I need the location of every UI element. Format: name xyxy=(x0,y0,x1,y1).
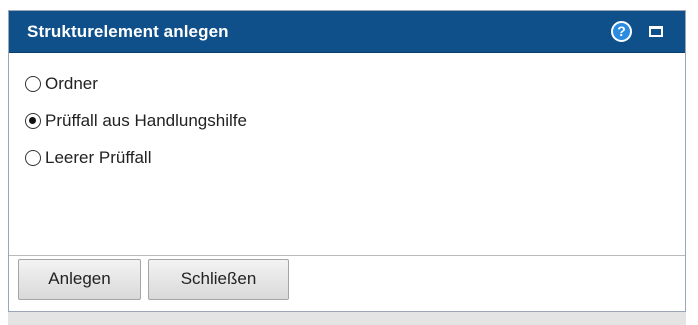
create-structure-element-dialog: Strukturelement anlegen ? Ordner Prüffal… xyxy=(8,10,686,312)
option-prueffall-aus-handlungshilfe[interactable]: Prüffall aus Handlungshilfe xyxy=(25,102,685,139)
radio-ordner[interactable] xyxy=(25,75,41,92)
maximize-icon[interactable] xyxy=(649,26,663,37)
help-icon[interactable]: ? xyxy=(611,21,632,42)
dialog-content: Ordner Prüffall aus Handlungshilfe Leere… xyxy=(9,53,685,256)
option-label: Prüffall aus Handlungshilfe xyxy=(45,110,247,130)
page: Strukturelement anlegen ? Ordner Prüffal… xyxy=(0,0,698,325)
radio-prueffall-aus-handlungshilfe[interactable] xyxy=(25,112,41,129)
radio-leerer-prueffall[interactable] xyxy=(25,149,41,166)
titlebar-actions: ? xyxy=(611,21,663,42)
dialog-titlebar: Strukturelement anlegen ? xyxy=(9,11,685,53)
option-label: Leerer Prüffall xyxy=(45,147,152,167)
option-leerer-prueffall[interactable]: Leerer Prüffall xyxy=(25,139,685,176)
bottom-scroll-area xyxy=(8,312,686,325)
option-ordner[interactable]: Ordner xyxy=(25,65,685,102)
close-button[interactable]: Schließen xyxy=(148,258,289,300)
dialog-footer: Anlegen Schließen xyxy=(9,256,685,302)
option-label: Ordner xyxy=(45,73,98,93)
dialog-title: Strukturelement anlegen xyxy=(27,21,229,41)
create-button[interactable]: Anlegen xyxy=(18,258,141,300)
